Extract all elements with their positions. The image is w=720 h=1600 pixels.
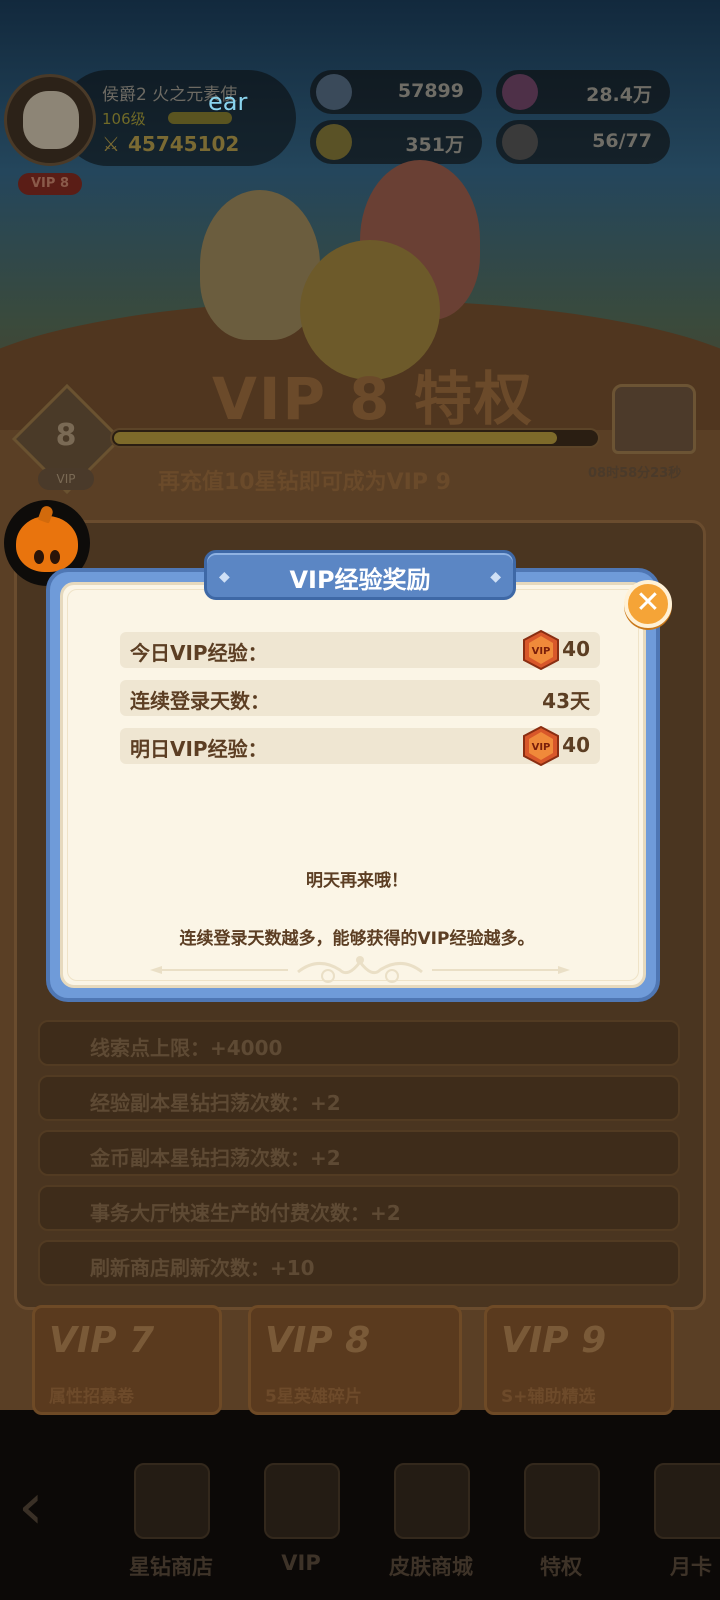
vip-title: VIP 8 特权 (212, 365, 534, 433)
row-value: 43天 (542, 689, 590, 713)
today-vip-exp-row: 今日VIP经验： VIP 40 (120, 630, 600, 670)
dialog-title: VIP经验奖励 (289, 566, 431, 594)
vip-badge: VIP 8 (18, 173, 82, 195)
card-title: VIP 9 (501, 1320, 607, 1361)
resource-value: 57899 (397, 80, 464, 102)
tab-label: 皮肤商城 (389, 1555, 473, 1579)
come-back-tomorrow-text: 明天再来哦！ (306, 871, 408, 891)
diamond-deco-icon: ◆ (490, 569, 501, 585)
crossed-swords-icon: ⚔ (102, 132, 120, 156)
privilege-row: 事务大厅快速生产的付费次数：+2 (38, 1185, 680, 1231)
vip-progress-fill (114, 432, 557, 444)
resource-star-gem[interactable]: 57899 (310, 70, 482, 114)
vip-level-tag: VIP (38, 468, 94, 490)
tab-privilege[interactable]: 特权 (506, 1455, 616, 1595)
resource-value: 56/77 (592, 130, 652, 152)
privilege-row: 金币副本星钻扫荡次数：+2 (38, 1130, 680, 1176)
privilege-text: 经验副本星钻扫荡次数：+2 (90, 1091, 341, 1115)
vip8-reward-card[interactable]: VIP 8 5星英雄碎片 (248, 1305, 462, 1415)
gem-shop-icon (134, 1463, 210, 1539)
row-value: 40 (562, 637, 590, 661)
tab-skin-shop[interactable]: 皮肤商城 (376, 1455, 486, 1595)
tab-gem-shop[interactable]: 星钻商店 (116, 1455, 226, 1595)
privilege-text: 金币副本星钻扫荡次数：+2 (90, 1146, 341, 1170)
privilege-row: 刷新商店刷新次数：+10 (38, 1240, 680, 1286)
stamina-clock-icon (502, 74, 538, 110)
vip-progress-text: 再充值10星钻即可成为VIP 9 (158, 470, 451, 495)
row-label: 今日VIP经验： (130, 641, 268, 665)
star-gem-icon (316, 74, 352, 110)
tab-label: VIP (281, 1551, 321, 1575)
tab-monthly-card[interactable]: 月卡 (636, 1455, 720, 1595)
pumpkin-eye (50, 550, 60, 564)
card-subtitle: 5星英雄碎片 (265, 1387, 362, 1407)
row-value: 40 (562, 733, 590, 757)
row-label: 明日VIP经验： (130, 737, 268, 761)
card-title: VIP 8 (265, 1320, 371, 1361)
svg-text:VIP: VIP (532, 646, 551, 657)
avatar[interactable] (4, 74, 96, 166)
vip-exp-icon: VIP (523, 630, 559, 670)
pumpkin-icon (16, 516, 78, 572)
tab-label: 月卡 (670, 1555, 712, 1579)
vip7-reward-card[interactable]: VIP 7 属性招募卷 (32, 1305, 222, 1415)
dialog-title-banner: ◆ VIP经验奖励 ◆ (204, 550, 516, 600)
skin-shop-icon (394, 1463, 470, 1539)
character-illustration (140, 150, 560, 380)
tab-label: 特权 (540, 1555, 582, 1579)
tab-label: 星钻商店 (129, 1555, 213, 1579)
vip-progress-bar (110, 428, 600, 448)
card-title: VIP 7 (49, 1320, 155, 1361)
resource-value: 28.4万 (586, 84, 652, 106)
privilege-row: 经验副本星钻扫荡次数：+2 (38, 1075, 680, 1121)
player-level: 106级 (102, 110, 146, 128)
tomorrow-vip-exp-row: 明日VIP经验： VIP 40 (120, 726, 600, 766)
overlay-text: ear (208, 88, 248, 116)
vip9-reward-card[interactable]: VIP 9 S+辅助精选 (484, 1305, 674, 1415)
close-icon: ✕ (635, 585, 661, 620)
treasure-chest-icon[interactable] (612, 384, 696, 454)
privilege-icon (524, 1463, 600, 1539)
privilege-text: 线索点上限：+4000 (90, 1036, 283, 1060)
monthly-card-icon (654, 1463, 720, 1539)
login-days-row: 连续登录天数： 43天 (120, 680, 600, 716)
privilege-text: 事务大厅快速生产的付费次数：+2 (90, 1201, 401, 1225)
close-button[interactable]: ✕ (624, 580, 672, 628)
login-streak-hint-text: 连续登录天数越多，能够获得的VIP经验越多。 (179, 929, 535, 949)
tab-vip[interactable]: VIP (246, 1455, 356, 1595)
avatar-face (23, 91, 79, 149)
vip-exp-icon: VIP (523, 726, 559, 766)
vip-icon (264, 1463, 340, 1539)
back-arrow-icon[interactable]: ‹ (18, 1470, 44, 1544)
row-label: 连续登录天数： (130, 689, 270, 713)
card-subtitle: S+辅助精选 (501, 1387, 596, 1407)
privilege-text: 刷新商店刷新次数：+10 (90, 1256, 315, 1280)
resource-stamina[interactable]: 28.4万 (496, 70, 670, 114)
vip-level-number: 8 (55, 418, 77, 453)
card-subtitle: 属性招募卷 (49, 1387, 134, 1407)
chest-timer: 08时58分23秒 (588, 466, 682, 481)
dialog-ornament-divider (150, 956, 570, 983)
pumpkin-eye (34, 550, 44, 564)
svg-text:VIP: VIP (532, 742, 551, 753)
privilege-row: 线索点上限：+4000 (38, 1020, 680, 1066)
